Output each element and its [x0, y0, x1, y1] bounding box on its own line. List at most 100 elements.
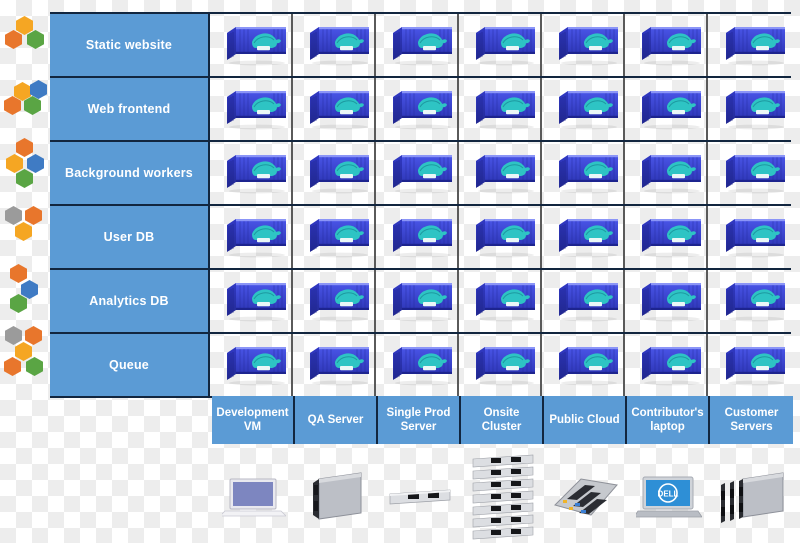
column-header-7[interactable]: Customer Servers [710, 396, 793, 444]
matrix-cell-r5-c3[interactable] [376, 270, 459, 332]
matrix-cell-r6-c7[interactable] [708, 334, 791, 396]
docker-shipping-container-icon [309, 347, 369, 386]
docker-shipping-container-icon [475, 91, 535, 130]
matrix-cell-r3-c1[interactable] [210, 142, 293, 204]
matrix-cell-r3-c2[interactable] [293, 142, 376, 204]
docker-shipping-container-icon [226, 347, 286, 386]
docker-shipping-container-icon [558, 219, 618, 258]
matrix-cell-r6-c2[interactable] [293, 334, 376, 396]
matrix-cell-r2-c2[interactable] [293, 78, 376, 140]
matrix-cell-r5-c6[interactable] [625, 270, 708, 332]
diagram-canvas: Static website Web frontend Background w… [0, 0, 800, 543]
matrix-cell-r1-c7[interactable] [708, 14, 791, 76]
hexagon-icon [16, 169, 33, 188]
column-header-strip: Development VM QA Server Single Prod Serve… [212, 396, 793, 444]
matrix-cell-r2-c7[interactable] [708, 78, 791, 140]
matrix-cell-r3-c4[interactable] [459, 142, 542, 204]
matrix-cell-r5-c4[interactable] [459, 270, 542, 332]
matrix-cell-r4-c2[interactable] [293, 206, 376, 268]
docker-shipping-container-icon [475, 27, 535, 66]
docker-shipping-container-icon [226, 219, 286, 258]
matrix-cell-r2-c5[interactable] [542, 78, 625, 140]
column-header-2[interactable]: QA Server [295, 396, 378, 444]
row-label-1[interactable]: Static website [50, 14, 210, 76]
column-header-1[interactable]: Development VM [212, 396, 295, 444]
column-header-5[interactable]: Public Cloud [544, 396, 627, 444]
matrix-cell-r5-c7[interactable] [708, 270, 791, 332]
column-header-6[interactable]: Contributor's laptop [627, 396, 710, 444]
row-label-6[interactable]: Queue [50, 334, 210, 396]
matrix-cell-r2-c4[interactable] [459, 78, 542, 140]
matrix-cell-r1-c5[interactable] [542, 14, 625, 76]
docker-shipping-container-icon [392, 283, 452, 322]
docker-shipping-container-icon [558, 91, 618, 130]
hexagon-cluster-1 [0, 12, 50, 74]
matrix-cell-r6-c6[interactable] [625, 334, 708, 396]
docker-shipping-container-icon [641, 219, 701, 258]
hexagon-icon [14, 82, 31, 101]
hardware-cell-3 [378, 452, 461, 542]
hexagon-cluster-6 [0, 322, 50, 384]
matrix-cell-r4-c3[interactable] [376, 206, 459, 268]
matrix-cell-r4-c4[interactable] [459, 206, 542, 268]
matrix-cell-r1-c2[interactable] [293, 14, 376, 76]
matrix-cell-r3-c5[interactable] [542, 142, 625, 204]
column-header-3[interactable]: Single Prod Server [378, 396, 461, 444]
docker-shipping-container-icon [309, 155, 369, 194]
docker-shipping-container-icon [641, 155, 701, 194]
docker-shipping-container-icon [641, 283, 701, 322]
matrix-cell-r1-c3[interactable] [376, 14, 459, 76]
hexagon-icon [4, 96, 21, 115]
row-label-4[interactable]: User DB [50, 206, 210, 268]
hexagon-icon [6, 154, 23, 173]
row-label-3[interactable]: Background workers [50, 142, 210, 204]
hardware-cell-2 [295, 452, 378, 542]
matrix-cell-r3-c7[interactable] [708, 142, 791, 204]
matrix-cell-r1-c6[interactable] [625, 14, 708, 76]
docker-shipping-container-icon [558, 27, 618, 66]
dell-laptop-icon: DELL [635, 476, 702, 518]
hexagon-icon [10, 264, 27, 283]
matrix-row: User DB [50, 206, 791, 270]
docker-shipping-container-icon [558, 347, 618, 386]
hexagon-icon [27, 154, 44, 173]
matrix-cell-r5-c1[interactable] [210, 270, 293, 332]
docker-shipping-container-icon [226, 27, 286, 66]
blade-server-icon [312, 472, 361, 520]
matrix-cell-r4-c5[interactable] [542, 206, 625, 268]
matrix-cell-r6-c3[interactable] [376, 334, 459, 396]
docker-shipping-container-icon [558, 283, 618, 322]
matrix-cell-r2-c3[interactable] [376, 78, 459, 140]
matrix-cell-r2-c1[interactable] [210, 78, 293, 140]
matrix-cell-r1-c4[interactable] [459, 14, 542, 76]
docker-shipping-container-icon [725, 347, 785, 386]
container-matrix: Static website Web frontend Background w… [50, 12, 791, 398]
docker-shipping-container-icon [392, 219, 452, 258]
hardware-cell-4 [461, 452, 544, 542]
matrix-cell-r4-c1[interactable] [210, 206, 293, 268]
hexagon-cluster-4 [0, 198, 50, 260]
matrix-row: Background workers [50, 142, 791, 206]
matrix-row: Static website [50, 12, 791, 78]
matrix-cell-r3-c3[interactable] [376, 142, 459, 204]
docker-shipping-container-icon [226, 283, 286, 322]
matrix-cell-r4-c6[interactable] [625, 206, 708, 268]
matrix-cell-r5-c2[interactable] [293, 270, 376, 332]
matrix-cell-r5-c5[interactable] [542, 270, 625, 332]
docker-shipping-container-icon [725, 283, 785, 322]
matrix-cell-r4-c7[interactable] [708, 206, 791, 268]
hexagon-icon [21, 280, 38, 299]
matrix-cell-r1-c1[interactable] [210, 14, 293, 76]
column-header-4[interactable]: Onsite Cluster [461, 396, 544, 444]
hexagon-cluster-5 [0, 260, 50, 322]
docker-shipping-container-icon [475, 283, 535, 322]
matrix-cell-r6-c4[interactable] [459, 334, 542, 396]
matrix-cell-r3-c6[interactable] [625, 142, 708, 204]
matrix-cell-r6-c1[interactable] [210, 334, 293, 396]
matrix-cell-r2-c6[interactable] [625, 78, 708, 140]
row-label-5[interactable]: Analytics DB [50, 270, 210, 332]
docker-shipping-container-icon [309, 219, 369, 258]
hexagon-icon [5, 206, 22, 225]
matrix-cell-r6-c5[interactable] [542, 334, 625, 396]
row-label-2[interactable]: Web frontend [50, 78, 210, 140]
